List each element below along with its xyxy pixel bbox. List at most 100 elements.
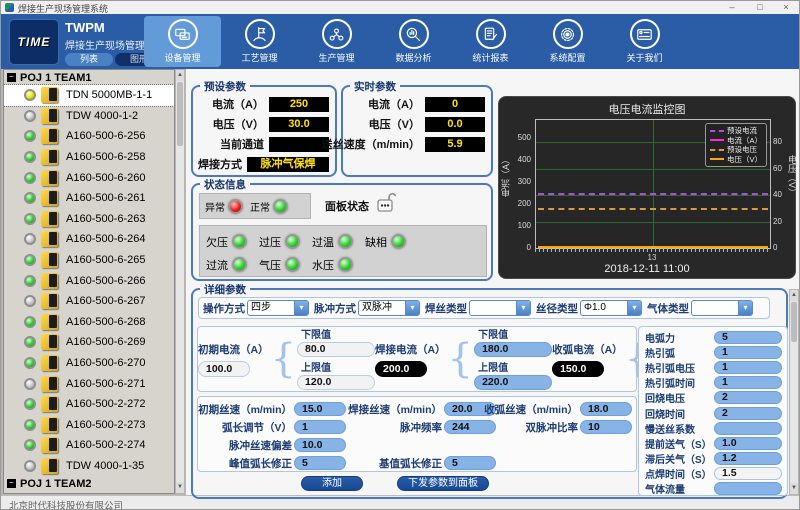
- scrollbar-thumb[interactable]: [791, 302, 797, 342]
- param-field[interactable]: 1.0: [714, 437, 782, 450]
- device-row[interactable]: TDN 5000MB-1-1: [4, 85, 174, 106]
- lower-limit-label: 下限值: [301, 326, 375, 341]
- scroll-down-icon[interactable]: ▼: [790, 483, 798, 494]
- device-row[interactable]: A160-500-6-266: [4, 270, 174, 291]
- brace-decoration: {: [271, 330, 296, 388]
- scrollbar-thumb[interactable]: [177, 82, 183, 146]
- maximize-button[interactable]: □: [747, 1, 773, 14]
- dropdown-label: 操作方式: [203, 301, 245, 316]
- operation-mode-select[interactable]: 四步▾: [247, 300, 309, 316]
- device-row[interactable]: A160-500-2-273: [4, 415, 174, 436]
- device-row[interactable]: A160-500-6-260: [4, 167, 174, 188]
- lower-limit-field[interactable]: 80.0: [297, 342, 375, 357]
- param-label: 双脉冲比率: [526, 420, 579, 435]
- nav-item-production-management[interactable]: 生产管理: [298, 16, 375, 67]
- device-row[interactable]: TDW 4000-1-35: [4, 456, 174, 477]
- device-row[interactable]: A160-500-6-270: [4, 353, 174, 374]
- sidebar-scrollbar[interactable]: ▲ ▼: [175, 69, 185, 494]
- device-row[interactable]: A160-500-2-274: [4, 435, 174, 456]
- wire-type-select[interactable]: ▾: [469, 300, 531, 316]
- current-value-field[interactable]: 150.0: [552, 361, 604, 377]
- param-field[interactable]: 5: [294, 456, 346, 470]
- add-button[interactable]: 添加: [301, 476, 363, 491]
- view-toggle-list[interactable]: 列表: [65, 53, 113, 66]
- current-value-field[interactable]: 200.0: [375, 361, 427, 377]
- nav-item-about-us[interactable]: 关于我们: [606, 16, 683, 67]
- detail-scrollbar[interactable]: ▲ ▼: [789, 289, 799, 495]
- device-name: A160-500-6-256: [66, 130, 146, 142]
- chevron-down-icon[interactable]: ▾: [294, 301, 308, 315]
- param-field[interactable]: [714, 422, 782, 435]
- indicator-label: 过温: [312, 234, 334, 250]
- minimize-button[interactable]: –: [719, 1, 745, 14]
- device-row[interactable]: A160-500-6-258: [4, 147, 174, 168]
- device-row[interactable]: A160-500-6-261: [4, 188, 174, 209]
- device-row[interactable]: A160-500-6-271: [4, 373, 174, 394]
- param-label: 回烧电压: [645, 390, 714, 405]
- device-row[interactable]: A160-500-6-264: [4, 229, 174, 250]
- scroll-down-icon[interactable]: ▼: [176, 482, 184, 493]
- param-field[interactable]: 1.2: [714, 452, 782, 465]
- chevron-down-icon[interactable]: ▾: [627, 301, 641, 315]
- tree-group-team1[interactable]: − POJ 1 TEAM1: [4, 70, 174, 85]
- device-row[interactable]: A160-500-6-256: [4, 126, 174, 147]
- param-field[interactable]: 5: [444, 456, 496, 470]
- chevron-down-icon[interactable]: ▾: [738, 301, 752, 315]
- param-value-display: 5.9: [425, 137, 485, 152]
- param-field[interactable]: 1: [714, 346, 782, 359]
- device-row[interactable]: A160-500-2-272: [4, 394, 174, 415]
- upper-limit-field[interactable]: 220.0: [474, 375, 552, 390]
- gas-type-select[interactable]: ▾: [691, 300, 753, 316]
- welder-icon: [41, 190, 58, 206]
- chevron-down-icon[interactable]: ▾: [516, 301, 530, 315]
- send-params-button[interactable]: 下发参数到面板: [397, 476, 489, 491]
- device-row[interactable]: A160-500-6-269: [4, 332, 174, 353]
- param-field[interactable]: 244: [444, 420, 496, 434]
- param-field[interactable]: [714, 482, 782, 495]
- data-analysis-icon: [399, 19, 429, 49]
- param-field[interactable]: 1: [714, 361, 782, 374]
- param-field[interactable]: 1: [714, 376, 782, 389]
- device-row[interactable]: A160-500-6-268: [4, 312, 174, 333]
- close-button[interactable]: ×: [773, 1, 799, 14]
- param-field[interactable]: 18.0: [580, 402, 632, 416]
- nav-item-data-analysis[interactable]: 数据分析: [375, 16, 452, 67]
- tree-group-team2[interactable]: − POJ 1 TEAM2: [4, 476, 174, 491]
- nav-item-system-config[interactable]: 系统配置: [529, 16, 606, 67]
- welder-icon: [41, 396, 58, 412]
- nav-item-statistics-report[interactable]: 统计报表: [452, 16, 529, 67]
- param-field[interactable]: 2: [714, 391, 782, 404]
- collapse-icon[interactable]: −: [7, 479, 16, 488]
- lower-limit-field[interactable]: 180.0: [474, 342, 552, 357]
- indicator-led: [232, 234, 247, 249]
- param-field[interactable]: 10.0: [294, 438, 346, 452]
- device-row[interactable]: A160-500-6-263: [4, 209, 174, 230]
- process-management-icon: [245, 19, 275, 49]
- wire-diameter-select[interactable]: Φ1.0▾: [580, 300, 642, 316]
- nav-item-device-management[interactable]: 设备管理: [144, 16, 221, 67]
- collapse-icon[interactable]: −: [7, 73, 16, 82]
- pulse-mode-select[interactable]: 双脉冲▾: [358, 300, 420, 316]
- param-field[interactable]: 5: [714, 331, 782, 344]
- device-row[interactable]: TDW 4000-1-2: [4, 106, 174, 127]
- param-field[interactable]: 10: [580, 420, 632, 434]
- param-field[interactable]: 2: [714, 407, 782, 420]
- current-value-field[interactable]: 100.0: [198, 361, 250, 377]
- upper-limit-field[interactable]: 120.0: [297, 375, 375, 390]
- device-row[interactable]: A160-500-6-265: [4, 250, 174, 271]
- param-field[interactable]: 1.5: [714, 467, 782, 480]
- param-field[interactable]: 1: [294, 420, 346, 434]
- nav-item-label: 数据分析: [395, 51, 431, 64]
- brace-decoration: {: [448, 330, 473, 388]
- scroll-up-icon[interactable]: ▲: [790, 290, 798, 301]
- device-status-led: [24, 439, 36, 451]
- param-label: 提前送气（S）: [645, 436, 714, 451]
- device-row[interactable]: A160-500-6-267: [4, 291, 174, 312]
- scroll-up-icon[interactable]: ▲: [176, 70, 184, 81]
- param-field[interactable]: 15.0: [294, 402, 346, 416]
- nav-item-process-management[interactable]: 工艺管理: [221, 16, 298, 67]
- welder-icon: [41, 437, 58, 453]
- chevron-down-icon[interactable]: ▾: [405, 301, 419, 315]
- param-label: 弧长调节（V）: [222, 420, 292, 435]
- chart-date-label: 2018-12-11 11:00: [499, 263, 795, 275]
